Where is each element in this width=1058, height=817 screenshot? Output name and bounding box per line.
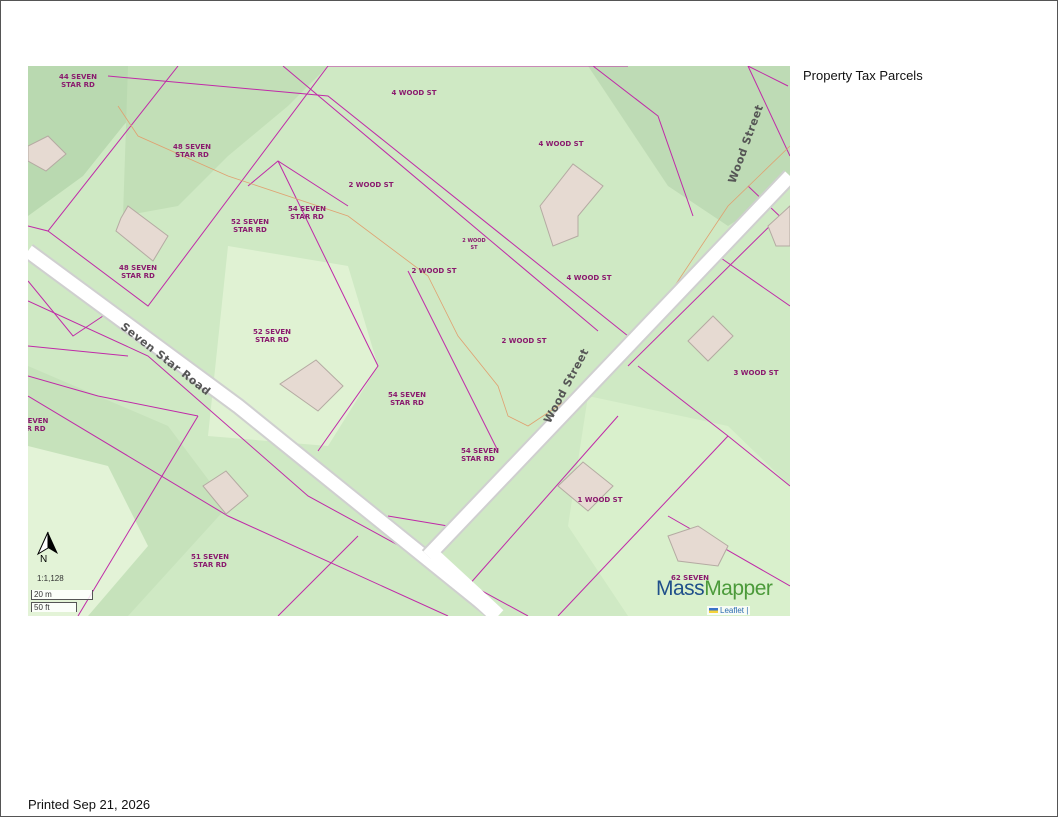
north-arrow-icon xyxy=(36,531,58,556)
logo-part-2: Mapper xyxy=(704,577,773,600)
parcel-label: 54 SEVEN xyxy=(461,447,499,455)
parcel-label: 2 WOOD ST xyxy=(412,267,457,275)
parcel-label: EVEN xyxy=(28,417,49,425)
north-label: N xyxy=(40,554,48,565)
massmapper-logo: MassMapper xyxy=(656,577,773,601)
parcel-label: STAR RD xyxy=(390,399,424,407)
parcel-label: 2 WOOD ST xyxy=(502,337,547,345)
parcel-label: STAR RD xyxy=(255,336,289,344)
scale-bar-imperial: 50 ft xyxy=(31,602,77,612)
parcel-label: STAR RD xyxy=(121,272,155,280)
parcel-label: STAR RD xyxy=(290,213,324,221)
parcel-label: R RD xyxy=(28,425,46,433)
parcel-label: 1 WOOD ST xyxy=(578,496,623,504)
parcel-label: STAR RD xyxy=(61,81,95,89)
parcel-label: 54 SEVEN xyxy=(288,205,326,213)
parcel-label: 52 SEVEN xyxy=(231,218,269,226)
parcel-label: 44 SEVEN xyxy=(59,73,97,81)
parcel-label: 4 WOOD ST xyxy=(567,274,612,282)
leaflet-attribution-text: Leaflet | xyxy=(720,606,749,615)
legend-title: Property Tax Parcels xyxy=(803,68,923,83)
parcel-label: 2 WOOD xyxy=(462,238,485,244)
leaflet-flag-icon xyxy=(709,608,718,614)
map-canvas: Seven Star Road Wood Street Wood Street … xyxy=(28,66,790,616)
parcel-label: 54 SEVEN xyxy=(388,391,426,399)
parcel-label: STAR RD xyxy=(461,455,495,463)
parcel-label: STAR RD xyxy=(175,151,209,159)
parcel-label: 4 WOOD ST xyxy=(539,140,584,148)
parcel-label: 3 WOOD ST xyxy=(734,369,779,377)
parcel-label: STAR RD xyxy=(233,226,267,234)
parcel-label: STAR RD xyxy=(193,561,227,569)
parcel-label: 48 SEVEN xyxy=(173,143,211,151)
leaflet-attribution[interactable]: Leaflet | xyxy=(707,606,751,615)
logo-part-1: Mass xyxy=(656,577,705,600)
parcel-label: 52 SEVEN xyxy=(253,328,291,336)
scale-bar-metric: 20 m xyxy=(31,590,93,600)
printed-date: Printed Sep 21, 2026 xyxy=(28,797,151,812)
scale-ratio: 1:1,128 xyxy=(37,574,64,583)
parcel-label: 48 SEVEN xyxy=(119,264,157,272)
parcel-label: 51 SEVEN xyxy=(191,553,229,561)
parcel-label: ST xyxy=(470,245,478,251)
parcel-label: 2 WOOD ST xyxy=(349,181,394,189)
map-view[interactable]: Seven Star Road Wood Street Wood Street … xyxy=(28,66,790,616)
parcel-label: 4 WOOD ST xyxy=(392,89,437,97)
